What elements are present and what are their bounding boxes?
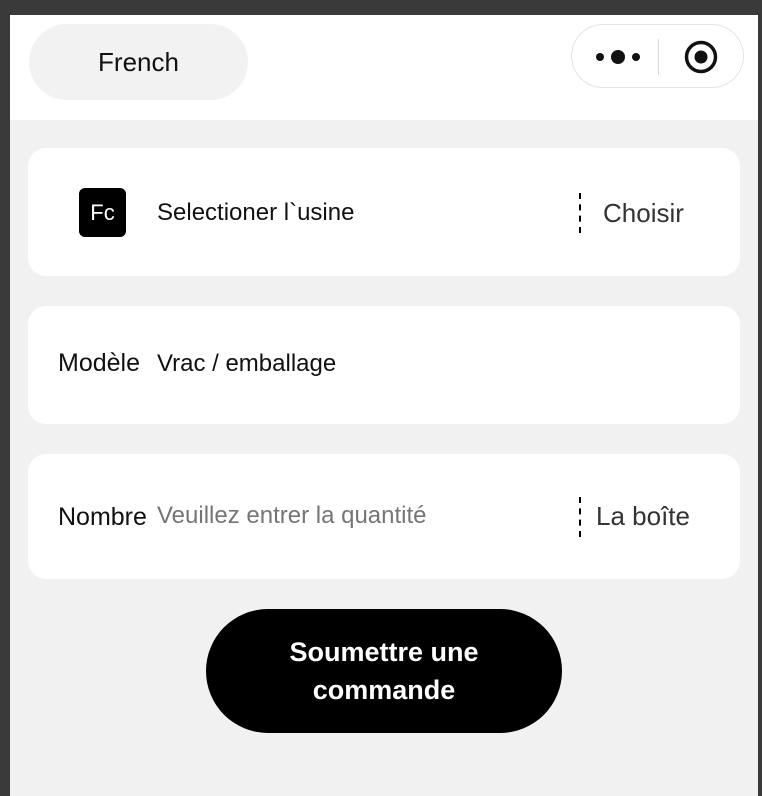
factory-label: Selectioner l`usine	[157, 199, 355, 226]
language-button[interactable]: French	[29, 24, 248, 100]
choose-button[interactable]: Choisir	[603, 198, 684, 229]
capsule-divider	[658, 39, 659, 75]
mini-program-capsule	[571, 24, 744, 88]
dashed-divider	[579, 193, 581, 233]
dot	[596, 53, 604, 61]
language-label: French	[98, 46, 179, 77]
model-card: Modèle Vrac / emballage	[28, 306, 740, 424]
quantity-label: Nombre	[58, 503, 147, 531]
submit-order-button[interactable]: Soumettre une commande	[206, 609, 562, 733]
dot	[632, 53, 640, 61]
factory-selector-card[interactable]: Fc Selectioner l`usine Choisir	[28, 148, 740, 276]
record-target-icon[interactable]	[684, 40, 718, 74]
factory-icon-text: Fc	[90, 199, 115, 225]
top-bar: French	[10, 15, 758, 120]
quantity-input[interactable]	[157, 502, 557, 530]
dot	[611, 50, 625, 64]
quantity-card: Nombre La boîte	[28, 454, 740, 579]
app-frame: French Fc Selectioner l`usine Choisir Mo…	[10, 15, 758, 796]
unit-label: La boîte	[596, 501, 690, 531]
model-value: Vrac / emballage	[157, 350, 337, 377]
dashed-divider	[579, 497, 581, 537]
factory-icon: Fc	[79, 188, 126, 237]
submit-label: Soumettre une commande	[289, 637, 479, 705]
more-dots-icon[interactable]	[596, 47, 640, 67]
model-label: Modèle	[58, 349, 140, 377]
